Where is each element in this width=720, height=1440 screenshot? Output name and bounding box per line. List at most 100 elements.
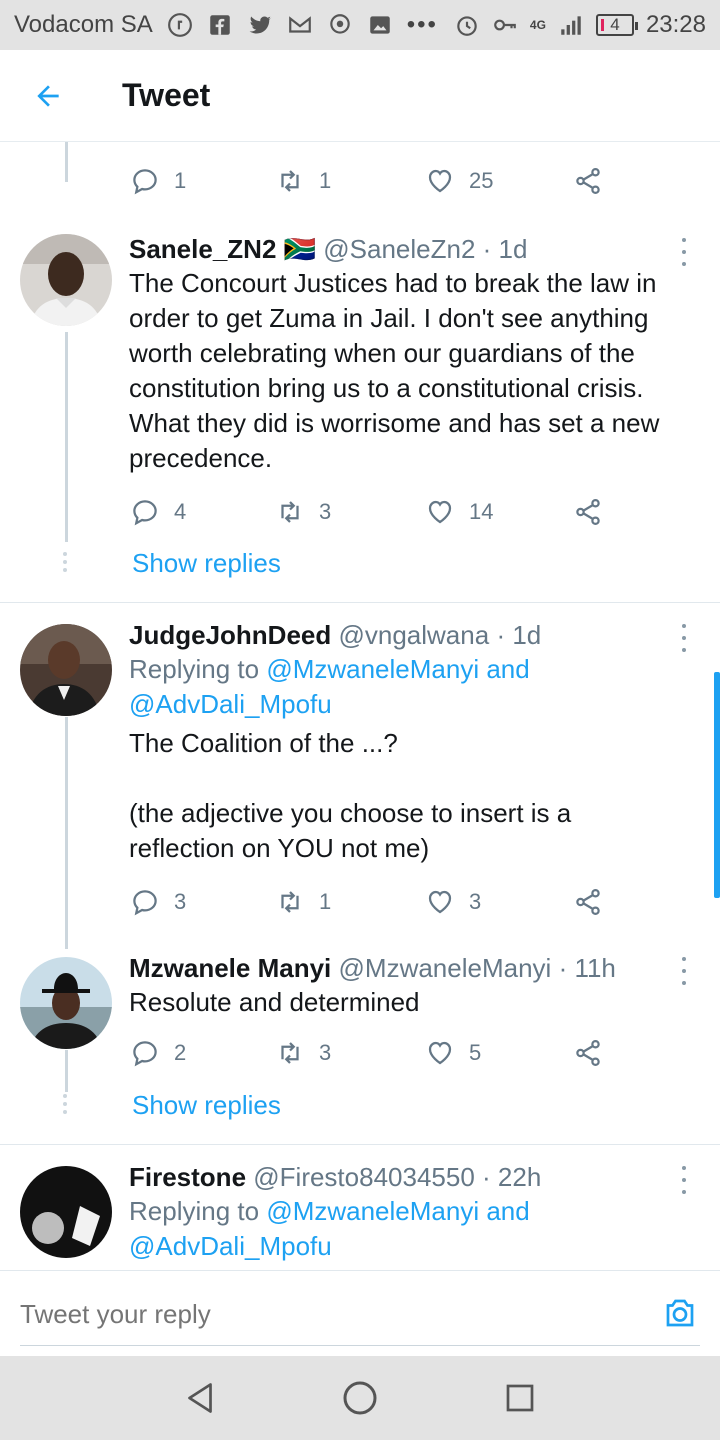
retweet-count: 3: [319, 499, 332, 524]
timestamp: · 11h: [558, 953, 616, 983]
like-icon: [428, 169, 452, 193]
retweet-icon: [281, 170, 299, 192]
like-icon: [428, 500, 452, 524]
more-options-button[interactable]: [674, 957, 694, 985]
user-handle[interactable]: @MzwaneleManyi: [339, 953, 552, 983]
tweet-text-line: Resolute and determined: [129, 987, 420, 1017]
like-button[interactable]: 5: [425, 1038, 481, 1068]
like-button[interactable]: 3: [425, 887, 481, 917]
share-button[interactable]: [573, 1038, 603, 1068]
mention-link[interactable]: @MzwaneleManyi: [266, 654, 479, 684]
nav-home-button[interactable]: [330, 1368, 390, 1428]
gallery-icon: [367, 12, 393, 38]
user-handle[interactable]: @Firesto84034550: [253, 1162, 475, 1192]
facebook-icon: [207, 12, 233, 38]
tweet-text-line: The Coalition of the ...?: [129, 728, 398, 758]
display-name[interactable]: JudgeJohnDeed: [129, 620, 331, 650]
nav-back-icon: [188, 1383, 212, 1413]
mention-link[interactable]: @AdvDali_Mpofu: [129, 689, 332, 719]
tweet-text-line: reflection on YOU not me): [129, 833, 430, 863]
back-arrow-icon: [37, 84, 59, 107]
camera-icon: [666, 1299, 694, 1327]
like-count: 14: [469, 499, 494, 524]
timestamp: · 1d: [496, 620, 542, 650]
reply-count: 1: [174, 168, 187, 193]
reply-icon: [133, 500, 157, 526]
avatar[interactable]: [20, 957, 112, 1049]
nav-recents-button[interactable]: [490, 1368, 550, 1428]
reply-icon: [133, 890, 157, 916]
tweet-text-line: order to get Zuma in Jail. I don't see a…: [129, 303, 649, 333]
more-options-button[interactable]: [674, 1166, 694, 1194]
thread-line: [65, 1050, 68, 1092]
retweet-count: 3: [319, 1040, 332, 1065]
avatar[interactable]: [20, 234, 112, 326]
share-button[interactable]: [573, 166, 603, 196]
more-options-button[interactable]: [674, 238, 694, 266]
mention-link[interactable]: @AdvDali_Mpofu: [129, 1231, 332, 1261]
share-button[interactable]: [573, 497, 603, 527]
retweet-button[interactable]: 3: [275, 497, 331, 527]
tweet-text-line: What they did is worrisome and has set a…: [129, 408, 660, 438]
more-options-button[interactable]: [674, 624, 694, 652]
country-flag: 🇿🇦: [283, 234, 317, 264]
retweet-icon: [281, 891, 299, 913]
tweet-header: Sanele_ZN2 🇿🇦 @SaneleZn2 · 1d: [129, 232, 694, 266]
display-name[interactable]: Firestone: [129, 1162, 246, 1192]
display-name[interactable]: Mzwanele Manyi: [129, 953, 331, 983]
thread-line: [65, 332, 68, 542]
system-nav-bar: [0, 1356, 720, 1440]
replying-to-and: and: [479, 1196, 530, 1226]
show-replies-link[interactable]: Show replies: [132, 548, 281, 579]
retweet-button[interactable]: 1: [275, 887, 331, 917]
nav-back-button[interactable]: [170, 1368, 230, 1428]
tweet-actions: 4 3 14: [130, 497, 610, 531]
share-button[interactable]: [573, 887, 603, 917]
like-button[interactable]: 25: [425, 166, 493, 196]
reply-button[interactable]: 1: [130, 166, 186, 196]
reply-count: 3: [174, 889, 187, 914]
scrollbar[interactable]: [714, 672, 720, 898]
user-handle[interactable]: @SaneleZn2: [323, 234, 475, 264]
clock: 23:28: [645, 11, 706, 38]
avatar[interactable]: [20, 1166, 112, 1258]
reply-icon: [133, 1041, 157, 1067]
back-button[interactable]: [0, 50, 96, 142]
tweet-actions: 2 3 5: [130, 1038, 610, 1072]
tweet-text-line: The Concourt Justices had to break the l…: [129, 268, 657, 298]
page-title: Tweet: [122, 77, 211, 113]
reply-button[interactable]: 3: [130, 887, 186, 917]
more-notifications-icon: •••: [406, 11, 438, 38]
reply-button[interactable]: 2: [130, 1038, 186, 1068]
display-name[interactable]: Sanele_ZN2: [129, 234, 276, 264]
like-count: 3: [469, 889, 482, 914]
replying-to: Replying to @MzwaneleManyi and @AdvDali_…: [129, 1194, 694, 1264]
like-button[interactable]: 14: [425, 497, 493, 527]
thread-line: [65, 717, 68, 949]
reply-count: 2: [174, 1040, 187, 1065]
tweet-actions: 3 1 3: [130, 887, 610, 921]
reply-input[interactable]: [20, 1299, 580, 1330]
alarm-icon: [454, 12, 480, 38]
retweet-button[interactable]: 1: [275, 166, 331, 196]
avatar[interactable]: [20, 624, 112, 716]
tweet-header: Mzwanele Manyi @MzwaneleManyi · 11h: [129, 951, 694, 985]
like-icon: [428, 1041, 452, 1065]
mention-link[interactable]: @MzwaneleManyi: [266, 1196, 479, 1226]
network-type-label: 4G: [529, 18, 546, 32]
replying-to-and: and: [479, 654, 530, 684]
timestamp: · 22h: [482, 1162, 542, 1192]
show-replies-link[interactable]: Show replies: [132, 1090, 281, 1121]
tweet-feed[interactable]: 1 1 25 Sanele_ZN2 🇿🇦 @SaneleZn2 · 1d The…: [0, 142, 720, 1270]
tweet-header: Firestone @Firesto84034550 · 22h: [129, 1160, 694, 1194]
reply-composer: [0, 1270, 720, 1356]
user-handle[interactable]: @vngalwana: [338, 620, 489, 650]
reply-count: 4: [174, 499, 187, 524]
like-count: 25: [469, 168, 494, 193]
reply-button[interactable]: 4: [130, 497, 186, 527]
camera-button[interactable]: [662, 1295, 698, 1331]
messaging-icon: [327, 12, 353, 38]
retweet-button[interactable]: 3: [275, 1038, 331, 1068]
thread-line: [65, 142, 68, 182]
thread-dots: [63, 1094, 67, 1118]
